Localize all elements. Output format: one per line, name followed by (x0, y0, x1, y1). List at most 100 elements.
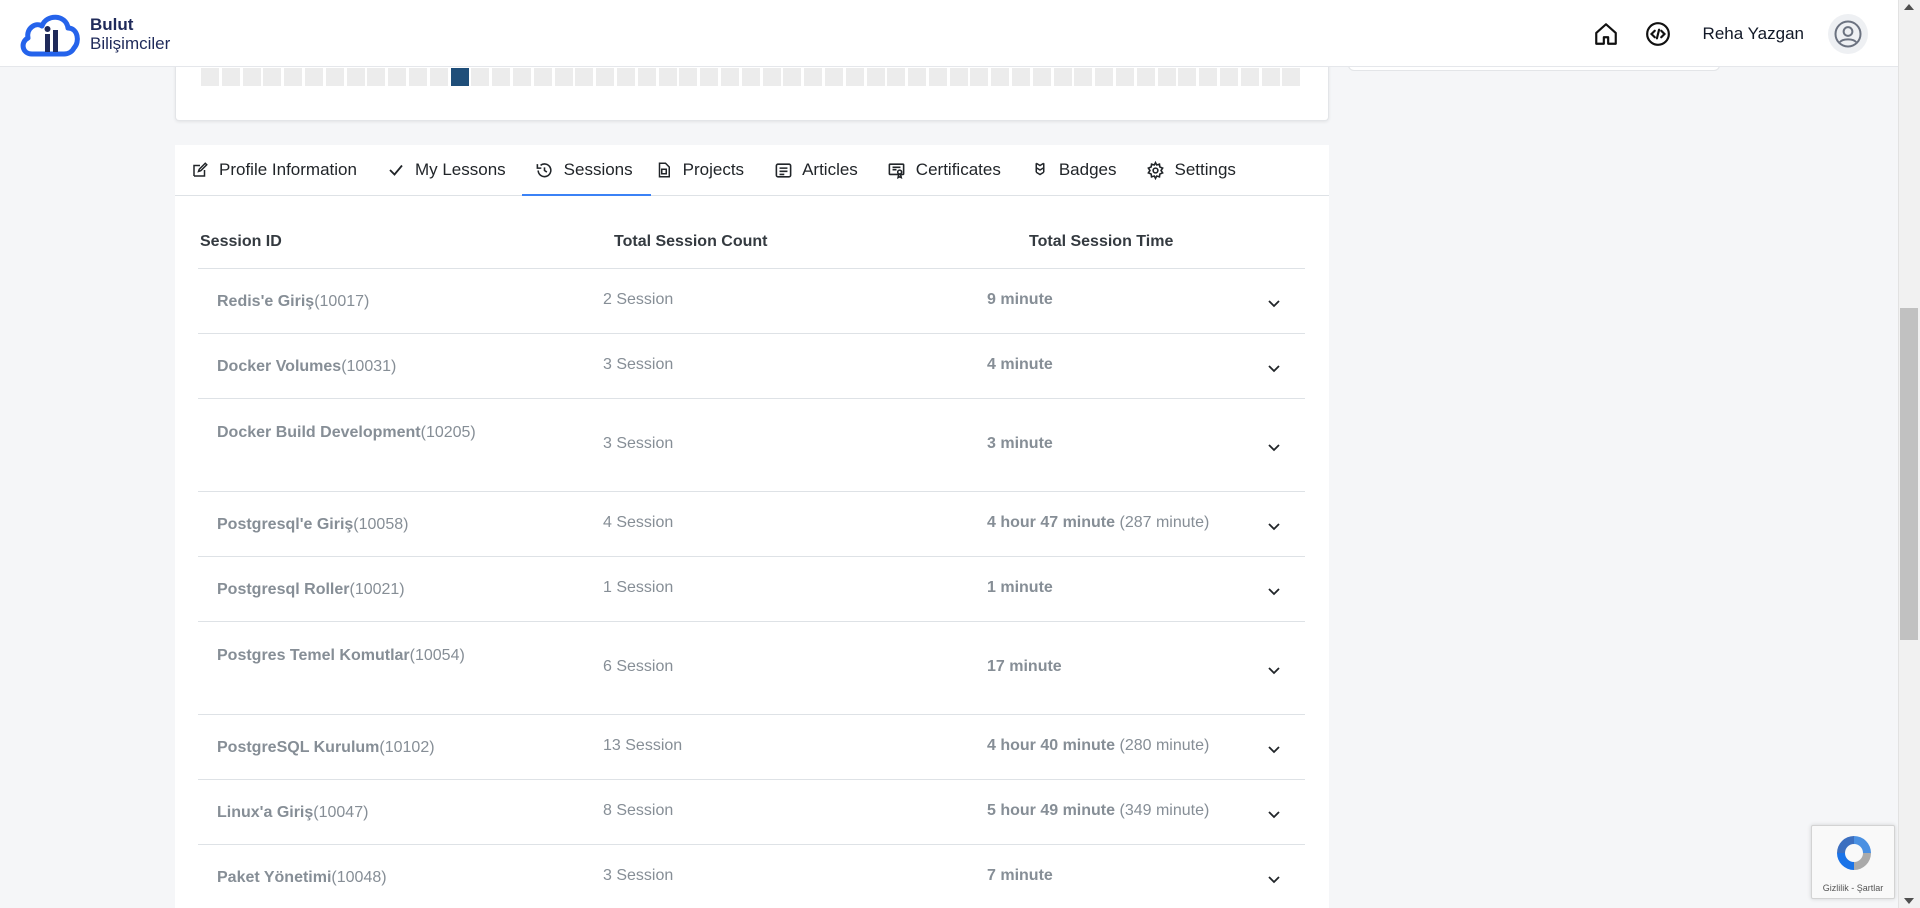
activity-cell[interactable] (596, 68, 615, 86)
activity-cell[interactable] (637, 68, 656, 86)
tab-badges[interactable]: Badges (1029, 145, 1131, 195)
recaptcha-links[interactable]: Gizlilik - Şartlar (1812, 883, 1894, 893)
page-scrollbar[interactable] (1898, 0, 1920, 908)
activity-cell[interactable] (1074, 68, 1093, 86)
tab-label: My Lessons (414, 160, 506, 179)
tab-sessions[interactable]: Sessions (521, 145, 651, 196)
chevron-down-icon[interactable] (1267, 807, 1281, 821)
scroll-up-icon[interactable] (1904, 4, 1914, 10)
activity-cell[interactable] (325, 68, 344, 86)
activity-cell[interactable] (700, 68, 719, 86)
activity-cell[interactable] (949, 68, 968, 86)
avatar-icon[interactable] (1828, 14, 1868, 54)
tab-certificates[interactable]: Certificates (886, 145, 1015, 195)
session-time-cell: 5 hour 49 minute (349 minute) (987, 802, 1209, 820)
table-row[interactable]: Postgres Temel Komutlar(10054) 6 Session 1… (198, 622, 1305, 715)
activity-cell[interactable] (284, 68, 303, 86)
activity-cell[interactable] (887, 68, 906, 86)
activity-cell[interactable] (367, 68, 386, 86)
activity-cell[interactable] (1032, 68, 1051, 86)
chevron-down-icon[interactable] (1267, 584, 1281, 598)
session-count: 8 Session (603, 802, 674, 819)
activity-cell[interactable] (429, 68, 448, 86)
activity-cell[interactable] (1178, 68, 1197, 86)
activity-cell[interactable] (512, 68, 531, 86)
activity-cell[interactable] (908, 68, 927, 86)
tab-label: Settings (1174, 160, 1236, 179)
activity-cell[interactable] (1095, 68, 1114, 86)
chevron-down-icon[interactable] (1267, 872, 1281, 886)
table-row[interactable]: Postgresql Roller(10021) 1 Session 1 minut… (198, 557, 1305, 622)
session-count: 2 Session (603, 291, 674, 308)
activity-cell[interactable] (242, 68, 261, 86)
code-icon[interactable] (1641, 17, 1675, 51)
scroll-thumb[interactable] (1900, 308, 1918, 640)
table-row[interactable]: Linux'a Giriş(10047) 8 Session 5 hour 49 m… (198, 780, 1305, 845)
tab-projects[interactable]: Projects (653, 145, 758, 195)
chevron-down-icon[interactable] (1267, 663, 1281, 677)
table-row[interactable]: Docker Volumes(10031) 3 Session 4 minute (198, 334, 1305, 399)
tab-articles[interactable]: Articles (772, 145, 872, 195)
chevron-down-icon[interactable] (1267, 296, 1281, 310)
table-row[interactable]: Redis'e Giriş(10017) 2 Session 9 minute (198, 269, 1305, 334)
activity-cell[interactable] (1136, 68, 1155, 86)
scroll-down-icon[interactable] (1904, 898, 1914, 904)
table-row[interactable]: Postgresql'e Giriş(10058) 4 Session 4 hour… (198, 492, 1305, 557)
sessions-table: Session ID Total Session Count Total Ses… (198, 205, 1305, 908)
activity-cell[interactable] (1220, 68, 1239, 86)
tab-bar: Profile Information My Lessons Sessions Pro… (175, 145, 1329, 196)
gear-icon (1145, 159, 1167, 181)
tab-settings[interactable]: Settings (1145, 145, 1250, 195)
activity-cell[interactable] (1012, 68, 1031, 86)
activity-cell[interactable] (554, 68, 573, 86)
chevron-down-icon[interactable] (1267, 440, 1281, 454)
activity-cell[interactable] (720, 68, 739, 86)
activity-cell[interactable] (804, 68, 823, 86)
activity-cell[interactable] (616, 68, 635, 86)
activity-cell[interactable] (346, 68, 365, 86)
session-time-minutes: (287 minute) (1119, 514, 1210, 531)
activity-cell[interactable] (928, 68, 947, 86)
home-icon[interactable] (1589, 17, 1623, 51)
table-row[interactable]: Paket Yönetimi(10048) 3 Session 7 minute (198, 845, 1305, 908)
activity-cell[interactable] (1240, 68, 1259, 86)
activity-cell[interactable] (866, 68, 885, 86)
activity-cell[interactable] (1261, 68, 1280, 86)
chevron-down-icon[interactable] (1267, 519, 1281, 533)
activity-cell[interactable] (762, 68, 781, 86)
activity-cell[interactable] (533, 68, 552, 86)
session-id: (10054) (409, 647, 465, 664)
activity-cell[interactable] (1157, 68, 1176, 86)
activity-cell[interactable] (741, 68, 760, 86)
chevron-down-icon[interactable] (1267, 742, 1281, 756)
activity-cell[interactable] (388, 68, 407, 86)
activity-cell[interactable] (408, 68, 427, 86)
activity-cell[interactable] (575, 68, 594, 86)
activity-cell[interactable] (783, 68, 802, 86)
activity-cell[interactable] (1199, 68, 1218, 86)
activity-cell[interactable] (824, 68, 843, 86)
tab-profile-information[interactable]: Profile Information (189, 145, 371, 195)
table-row[interactable]: PostgreSQL Kurulum(10102) 13 Session 4 hou… (198, 715, 1305, 780)
user-name[interactable]: Reha Yazgan (1703, 24, 1804, 44)
activity-cell[interactable] (492, 68, 511, 86)
chevron-down-icon[interactable] (1267, 361, 1281, 375)
activity-cell[interactable] (1282, 68, 1301, 86)
activity-cell[interactable] (471, 68, 490, 86)
activity-cell[interactable] (658, 68, 677, 86)
activity-cell[interactable] (450, 68, 469, 86)
activity-cell[interactable] (304, 68, 323, 86)
activity-cell[interactable] (679, 68, 698, 86)
activity-cell[interactable] (1053, 68, 1072, 86)
activity-cell[interactable] (221, 68, 240, 86)
recaptcha-badge[interactable]: Gizlilik - Şartlar (1811, 825, 1895, 899)
activity-cell[interactable] (845, 68, 864, 86)
site-logo[interactable]: Bulut Bilişimciler (18, 10, 170, 58)
table-row[interactable]: Docker Build Development(10205) 3 Session… (198, 399, 1305, 492)
activity-cell[interactable] (1116, 68, 1135, 86)
activity-cell[interactable] (201, 68, 219, 86)
tab-my-lessons[interactable]: My Lessons (385, 145, 520, 195)
activity-cell[interactable] (263, 68, 282, 86)
activity-cell[interactable] (970, 68, 989, 86)
activity-cell[interactable] (991, 68, 1010, 86)
